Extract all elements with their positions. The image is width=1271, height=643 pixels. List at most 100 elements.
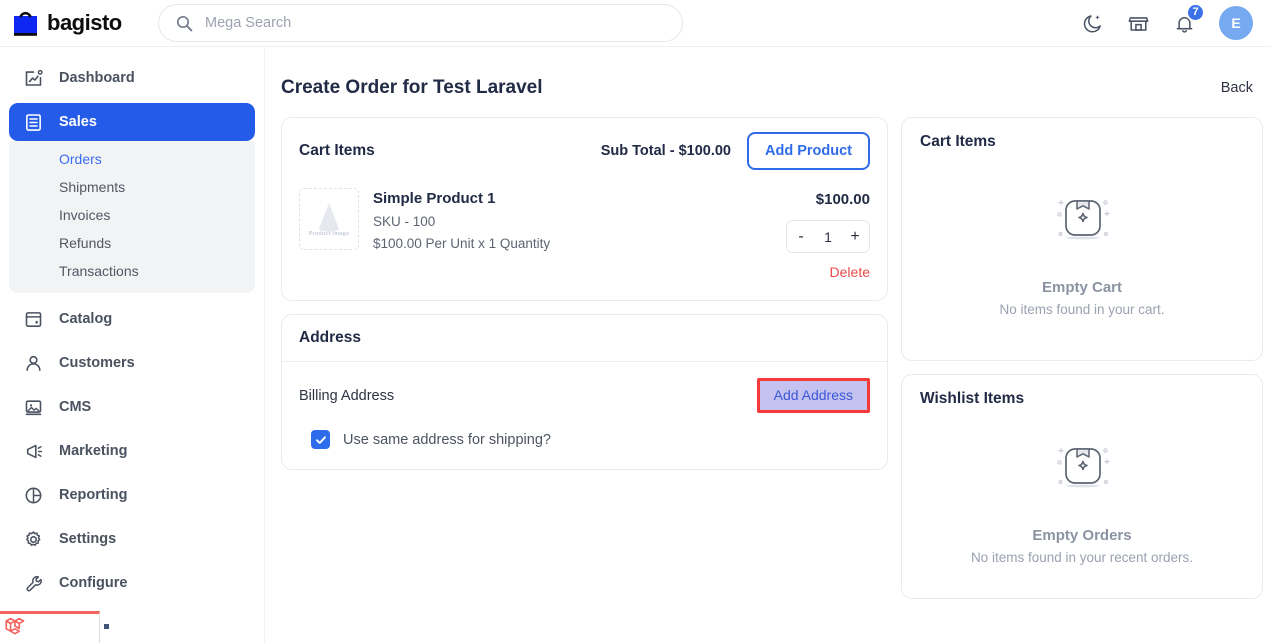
side-cart-items-card: Cart Items Empty Cart No items found in … bbox=[901, 117, 1263, 361]
gear-icon bbox=[23, 529, 44, 550]
search-input[interactable] bbox=[205, 15, 635, 31]
billing-address-label: Billing Address bbox=[299, 388, 395, 404]
sidebar-item-customers[interactable]: Customers bbox=[9, 344, 255, 382]
brand-name: bagisto bbox=[47, 10, 122, 35]
moon-star-icon[interactable] bbox=[1081, 12, 1104, 35]
sidebar-subitem-label: Shipments bbox=[59, 179, 126, 195]
search-icon bbox=[176, 15, 193, 32]
sidebar-item-label: Catalog bbox=[59, 311, 113, 327]
sidebar-item-configure[interactable]: Configure bbox=[9, 564, 255, 602]
sidebar-item-label: CMS bbox=[59, 399, 92, 415]
empty-cart-state: Empty Cart No items found in your cart. bbox=[902, 151, 1262, 360]
product-price-line: $100.00 Per Unit x 1 Quantity bbox=[373, 236, 551, 251]
same-address-row: Use same address for shipping? bbox=[282, 412, 887, 469]
sidebar-item-reporting[interactable]: Reporting bbox=[9, 476, 255, 514]
sidebar-item-label: Reporting bbox=[59, 487, 128, 503]
notification-badge: 7 bbox=[1186, 2, 1205, 22]
side-cart-title: Cart Items bbox=[920, 133, 996, 150]
sidebar-item-marketing[interactable]: Marketing bbox=[9, 432, 255, 470]
cart-item-actions: $100.00 - 1 + Delete bbox=[786, 188, 870, 280]
product-info: Simple Product 1 SKU - 100 $100.00 Per U… bbox=[373, 188, 550, 280]
sidebar-subitem-label: Orders bbox=[59, 151, 102, 167]
product-image-label: Product Image bbox=[308, 231, 350, 237]
avatar[interactable]: E bbox=[1219, 6, 1253, 40]
sidebar-subitem-invoices[interactable]: Invoices bbox=[9, 201, 255, 229]
sidebar-item-sales[interactable]: Sales bbox=[9, 103, 255, 141]
sidebar-subitem-refunds[interactable]: Refunds bbox=[9, 229, 255, 257]
megaphone-icon bbox=[23, 441, 44, 462]
billing-address-row: Billing Address Add Address bbox=[282, 362, 887, 413]
content-columns: Cart Items Sub Total - $100.00 Add Produ… bbox=[281, 117, 1263, 612]
right-column: Cart Items Empty Cart No items found in … bbox=[901, 117, 1263, 612]
laravel-debugbar[interactable] bbox=[0, 611, 100, 643]
empty-orders-title: Empty Orders bbox=[1032, 526, 1132, 544]
page-header: Create Order for Test Laravel Back bbox=[281, 69, 1257, 107]
same-address-checkbox[interactable] bbox=[311, 430, 330, 449]
product-image-placeholder: Product Image bbox=[299, 188, 359, 250]
search-container[interactable] bbox=[158, 4, 683, 42]
check-icon bbox=[315, 435, 326, 444]
sidebar-item-label: Dashboard bbox=[59, 70, 135, 86]
notifications-bell[interactable]: 7 bbox=[1173, 2, 1205, 35]
cart-subtotal: Sub Total - $100.00 bbox=[600, 143, 731, 159]
top-actions: 7 E bbox=[1081, 2, 1271, 40]
empty-cart-subtitle: No items found in your cart. bbox=[999, 302, 1165, 317]
sidebar-subitem-orders[interactable]: Orders bbox=[9, 145, 255, 173]
quantity-value: 1 bbox=[824, 228, 832, 245]
add-product-button[interactable]: Add Product bbox=[747, 132, 870, 170]
cart-items-header: Cart Items Sub Total - $100.00 Add Produ… bbox=[282, 118, 887, 174]
sidebar-item-catalog[interactable]: Catalog bbox=[9, 300, 255, 338]
address-card: Address Billing Address Add Address Use … bbox=[281, 314, 888, 470]
chart-square-icon bbox=[23, 68, 44, 89]
add-address-wrapper: Add Address bbox=[756, 378, 870, 413]
top-bar: bagisto Mega Search 7 E bbox=[0, 0, 1271, 47]
side-wishlist-items-card: Wishlist Items Empty Orders No items fou… bbox=[901, 374, 1263, 599]
left-column: Cart Items Sub Total - $100.00 Add Produ… bbox=[281, 117, 888, 612]
brand-logo[interactable]: bagisto bbox=[0, 0, 155, 47]
add-address-button[interactable]: Add Address bbox=[774, 387, 853, 403]
sidebar-item-label: Configure bbox=[59, 575, 128, 591]
user-icon bbox=[23, 353, 44, 374]
sidebar-item-label: Customers bbox=[59, 355, 135, 371]
side-wishlist-title: Wishlist Items bbox=[920, 390, 1025, 407]
quantity-decrement-button[interactable]: - bbox=[787, 221, 815, 252]
sidebar-subitem-label: Transactions bbox=[59, 263, 139, 279]
add-address-highlight: Add Address bbox=[756, 378, 870, 413]
sidebar-item-dashboard[interactable]: Dashboard bbox=[9, 59, 255, 97]
quantity-increment-button[interactable]: + bbox=[841, 221, 869, 252]
main-content: Create Order for Test Laravel Back Cart … bbox=[265, 47, 1271, 643]
address-header: Address bbox=[282, 315, 887, 362]
quantity-stepper[interactable]: - 1 + bbox=[786, 220, 870, 253]
sidebar-subitem-label: Refunds bbox=[59, 235, 112, 251]
sidebar-item-label: Marketing bbox=[59, 443, 128, 459]
list-document-icon bbox=[23, 112, 44, 133]
debugbar-indicator bbox=[104, 624, 109, 629]
wrench-icon bbox=[23, 573, 44, 594]
sidebar-item-label: Settings bbox=[59, 531, 117, 547]
empty-orders-state: Empty Orders No items found in your rece… bbox=[902, 408, 1262, 598]
image-frame-icon bbox=[23, 397, 44, 418]
back-button[interactable]: Back bbox=[1221, 80, 1255, 96]
address-title: Address bbox=[299, 329, 362, 346]
delete-item-link[interactable]: Delete bbox=[786, 264, 870, 280]
empty-cart-title: Empty Cart bbox=[1041, 279, 1123, 296]
sidebar-item-cms[interactable]: CMS bbox=[9, 388, 255, 426]
sidebar-item-label: Sales bbox=[59, 114, 97, 130]
search-box[interactable] bbox=[158, 4, 683, 42]
cart-item-total: $100.00 bbox=[815, 191, 870, 208]
shopping-bag-icon bbox=[11, 8, 40, 38]
sidebar-item-settings[interactable]: Settings bbox=[9, 520, 255, 558]
page-title: Create Order for Test Laravel bbox=[281, 77, 543, 98]
empty-orders-subtitle: No items found in your recent orders. bbox=[970, 549, 1194, 565]
same-address-label: Use same address for shipping? bbox=[343, 431, 551, 448]
empty-box-plus-icon bbox=[1043, 190, 1121, 261]
sidebar-submenu-sales: Orders Shipments Invoices Refunds Transa… bbox=[9, 141, 255, 293]
product-sku: SKU - 100 bbox=[373, 214, 436, 229]
sidebar-subitem-transactions[interactable]: Transactions bbox=[9, 257, 255, 285]
sidebar-subitem-shipments[interactable]: Shipments bbox=[9, 173, 255, 201]
catalog-window-icon bbox=[23, 309, 44, 330]
side-cart-header: Cart Items bbox=[902, 118, 1262, 151]
storefront-icon[interactable] bbox=[1127, 12, 1150, 35]
cart-items-title: Cart Items bbox=[299, 142, 375, 159]
sidebar-subitem-label: Invoices bbox=[59, 207, 111, 223]
